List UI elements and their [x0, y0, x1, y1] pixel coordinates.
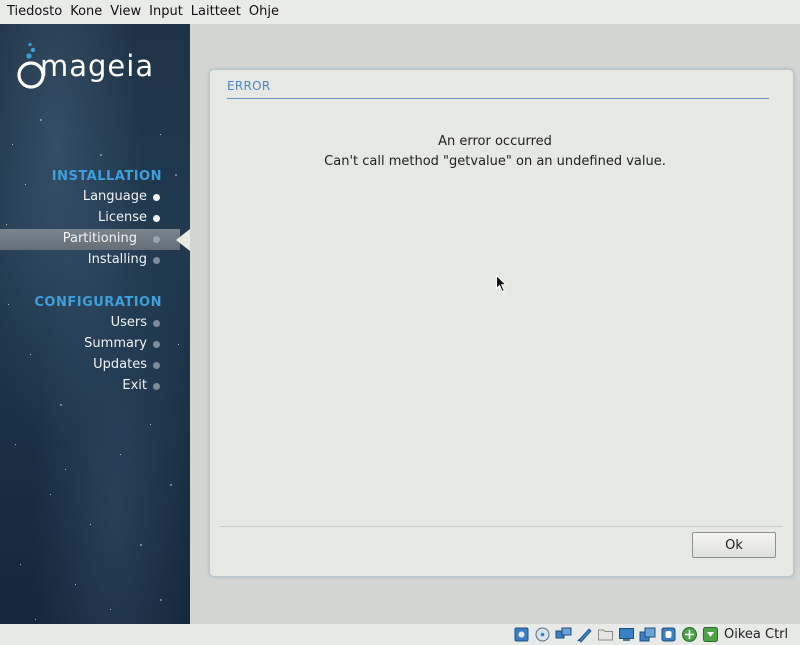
sidebar-item-label: Language — [82, 189, 147, 204]
sidebar-item-updates: Updates — [0, 355, 190, 376]
cpu-icon[interactable] — [660, 626, 677, 643]
sidebar-item-language: Language — [0, 187, 190, 208]
sidebar-item-label: Updates — [93, 357, 147, 372]
video-capture-icon[interactable] — [639, 626, 656, 643]
section-title-configuration: CONFIGURATION — [34, 295, 162, 310]
sidebar-item-label: Partitioning — [62, 231, 137, 246]
sidebar-item-users: Users — [0, 313, 190, 334]
keyboard-icon[interactable] — [702, 626, 719, 643]
sidebar-item-partitioning: Partitioning — [0, 229, 190, 251]
step-pending-dot-icon — [153, 383, 160, 390]
optical-drive-icon[interactable] — [534, 626, 551, 643]
statusbar: Oikea Ctrl — [0, 624, 800, 645]
step-pending-dot-icon — [153, 362, 160, 369]
step-pending-dot-icon — [153, 341, 160, 348]
network-icon[interactable] — [576, 626, 593, 643]
step-pending-dot-icon — [153, 257, 160, 264]
sidebar-item-installing: Installing — [0, 250, 190, 271]
shared-folder-icon[interactable] — [597, 626, 614, 643]
sidebar-item-summary: Summary — [0, 334, 190, 355]
hard-disk-icon[interactable] — [513, 626, 530, 643]
virtualbox-window: Tiedosto Kone View Input Laitteet Ohje m… — [0, 0, 800, 645]
menu-view[interactable]: View — [106, 0, 145, 24]
sidebar-item-label: Exit — [122, 378, 147, 393]
host-key-label: Oikea Ctrl — [724, 627, 789, 642]
installer-sidebar: mageia INSTALLATION Language License Par… — [0, 24, 190, 624]
mouse-integration-icon[interactable] — [681, 626, 698, 643]
menu-ohje[interactable]: Ohje — [245, 0, 283, 24]
sidebar-item-license: License — [0, 208, 190, 229]
error-message: Can't call method "getvalue" on an undef… — [324, 154, 666, 169]
sidebar-item-label: Summary — [84, 336, 147, 351]
step-done-dot-icon — [153, 215, 160, 222]
menu-kone[interactable]: Kone — [66, 0, 106, 24]
step-current-dot-icon — [153, 236, 160, 243]
menu-input[interactable]: Input — [145, 0, 187, 24]
sidebar-item-label: Installing — [87, 252, 147, 267]
current-step-arrow-icon — [176, 229, 190, 251]
section-title-installation: INSTALLATION — [51, 169, 162, 184]
menu-laitteet[interactable]: Laitteet — [187, 0, 245, 24]
display-icon[interactable] — [618, 626, 635, 643]
title-divider — [227, 98, 769, 99]
sidebar-item-exit: Exit — [0, 376, 190, 397]
audio-icon[interactable] — [555, 626, 572, 643]
step-done-dot-icon — [153, 194, 160, 201]
logo-text: mageia — [40, 49, 155, 83]
footer-divider — [220, 526, 783, 527]
sidebar-item-label: Users — [110, 315, 147, 330]
device-icons — [513, 626, 723, 643]
step-pending-dot-icon — [153, 320, 160, 327]
error-heading: An error occurred — [438, 134, 552, 149]
menu-tiedosto[interactable]: Tiedosto — [0, 0, 66, 24]
ok-button[interactable]: Ok — [692, 532, 776, 558]
mouse-pointer-icon — [496, 275, 508, 293]
dialog-title: ERROR — [227, 79, 271, 93]
sidebar-item-label: License — [97, 210, 147, 225]
error-dialog: ERROR An error occurred Can't call metho… — [209, 69, 794, 577]
menubar: Tiedosto Kone View Input Laitteet Ohje — [0, 0, 800, 24]
